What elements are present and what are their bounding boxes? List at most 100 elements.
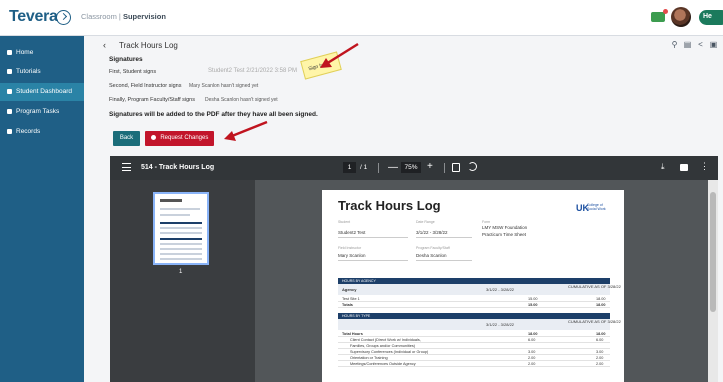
video-icon	[7, 69, 12, 74]
help-label: He	[703, 13, 712, 20]
thumb-line	[160, 214, 190, 216]
signature-row-faculty: Finally, Program Faculty/Staff signs	[109, 97, 195, 103]
message-icon[interactable]: ▤	[683, 40, 692, 49]
agency-col-cumulative: CUMULATIVE AS OF 3/28/22	[568, 284, 621, 289]
pdf-scrollbar[interactable]	[708, 180, 718, 382]
menu-icon[interactable]	[122, 163, 131, 171]
logo-college: College of Social Work	[587, 203, 606, 211]
row-cumulative: 6.00	[596, 338, 604, 342]
thumb-line	[160, 248, 202, 250]
table-row: Meetings/Conferences Outside Agency 2.00…	[338, 361, 610, 367]
main-content: ‹ Track Hours Log ⚲ ▤ < ▣ Signatures Fir…	[84, 36, 723, 382]
agency-table-columns: Agency 3/1/22 - 3/28/22 CUMULATIVE AS OF…	[338, 284, 621, 295]
annotation-arrow-sign-here	[320, 42, 359, 68]
thumb-line	[160, 208, 200, 210]
request-changes-label: Request Changes	[160, 135, 209, 141]
sidebar-item-program-tasks[interactable]: Program Tasks	[0, 103, 84, 121]
agency-table-title: HOURS BY AGENCY	[342, 279, 376, 283]
top-bar: Tevera Classroom | Supervision He	[0, 0, 723, 36]
rule	[416, 260, 472, 261]
uk-college-logo: UK College of Social Work	[576, 203, 610, 215]
thumb-line	[160, 253, 202, 255]
date-range-value: 3/1/22 - 3/28/22	[416, 230, 448, 235]
page-title: Track Hours Log	[119, 41, 178, 50]
share-icon[interactable]: <	[696, 40, 705, 49]
signature-row-student: First, Student signs	[109, 69, 157, 75]
sidebar-item-label: Home	[16, 49, 34, 56]
signatures-heading: Signatures	[109, 56, 143, 63]
type-col-cumulative: CUMULATIVE AS OF 3/28/22	[568, 319, 621, 324]
thumbnail-panel: 1	[110, 180, 255, 382]
scrollbar-thumb[interactable]	[710, 192, 716, 312]
app-switcher-icon[interactable]	[56, 10, 71, 25]
rule	[338, 260, 408, 261]
toolbar-divider	[444, 163, 445, 173]
print-icon[interactable]: ▣	[709, 40, 718, 49]
signatures-footer-note: Signatures will be added to the PDF afte…	[109, 111, 318, 118]
pdf-page: Track Hours Log UK College of Social Wor…	[322, 190, 624, 382]
row-name: Total Hours	[342, 332, 363, 336]
signature-row-field-instructor: Second, Field Instructor signs	[109, 83, 182, 89]
page-total: / 1	[360, 164, 368, 171]
back-button[interactable]: Back	[113, 131, 140, 146]
form-value-2: Practicum Time Sheet	[482, 232, 527, 237]
field-instructor-status: Mary Scanlon hasn't signed yet	[189, 83, 259, 89]
page-thumbnail[interactable]	[153, 192, 209, 265]
faculty-value: Desha Scanlon	[416, 253, 447, 258]
tasks-icon	[7, 109, 12, 114]
row-name: Meetings/Conferences Outside Agency	[350, 362, 416, 366]
zoom-in-button[interactable]: +	[427, 161, 433, 172]
toolbar-divider	[378, 163, 379, 173]
print-icon[interactable]	[680, 164, 688, 171]
person-icon	[7, 89, 12, 94]
more-options-icon[interactable]: ⋮	[700, 161, 709, 172]
row-cumulative: 18.00	[596, 303, 606, 307]
row-name: Supervisory Conferences (Individual or G…	[350, 350, 429, 354]
sidebar: Home Tutorials Student Dashboard Program…	[0, 36, 84, 382]
field-instructor-value: Mary Scanlon	[338, 253, 366, 258]
breadcrumb-current: Supervision	[122, 12, 166, 21]
row-cumulative: 2.00	[596, 362, 604, 366]
fit-page-icon[interactable]	[452, 163, 460, 172]
sidebar-item-tutorials[interactable]: Tutorials	[0, 63, 84, 81]
type-table-columns: 3/1/22 - 3/28/22 CUMULATIVE AS OF 3/28/2…	[338, 319, 621, 330]
request-changes-button[interactable]: Request Changes	[145, 131, 214, 146]
back-button-label: Back	[119, 135, 134, 141]
pin-icon[interactable]: ⚲	[670, 40, 679, 49]
help-button[interactable]: He	[699, 10, 723, 25]
sidebar-item-label: Records	[16, 128, 41, 135]
thumbnail-page-number: 1	[179, 269, 183, 275]
row-period: 3.00	[528, 350, 536, 354]
zoom-out-button[interactable]: —	[388, 162, 398, 173]
student-signature: Student2 Test 2/21/2022 3:58 PM	[208, 68, 297, 74]
alert-circle-icon	[150, 135, 156, 140]
sidebar-item-home[interactable]: Home	[0, 44, 84, 62]
rotate-icon[interactable]	[468, 162, 477, 171]
notifications-icon[interactable]	[651, 9, 668, 22]
rule	[338, 237, 408, 238]
thumb-line	[160, 238, 202, 240]
row-period: 18.00	[528, 332, 538, 336]
type-table-title: HOURS BY TYPE	[342, 314, 371, 318]
download-icon[interactable]: ⤓	[661, 162, 665, 172]
annotation-arrow-request-changes	[224, 120, 268, 141]
row-name: Orientation or Training	[350, 356, 388, 360]
faculty-label: Program Faculty/Staff	[416, 246, 450, 250]
row-period: 2.00	[528, 362, 536, 366]
avatar[interactable]	[671, 7, 691, 27]
sidebar-item-records[interactable]: Records	[0, 123, 84, 141]
arrow-head	[320, 58, 332, 68]
row-period: 2.00	[528, 356, 536, 360]
breadcrumb-prefix[interactable]: Classroom |	[81, 12, 121, 21]
tevera-logo[interactable]: Tevera	[9, 8, 58, 26]
student-value: Student2 Test	[338, 230, 366, 235]
date-range-label: Date Range	[416, 220, 435, 224]
student-label: Student	[338, 220, 351, 224]
row-cumulative: 18.00	[596, 297, 606, 301]
back-chevron-icon[interactable]: ‹	[103, 40, 106, 50]
sidebar-item-student-dashboard[interactable]: Student Dashboard	[0, 83, 84, 101]
zoom-input[interactable]: 75%	[401, 162, 421, 173]
type-col-period: 3/1/22 - 3/28/22	[486, 322, 515, 327]
page-number-input[interactable]: 1	[343, 162, 356, 173]
row-cumulative: 2.00	[596, 356, 604, 360]
